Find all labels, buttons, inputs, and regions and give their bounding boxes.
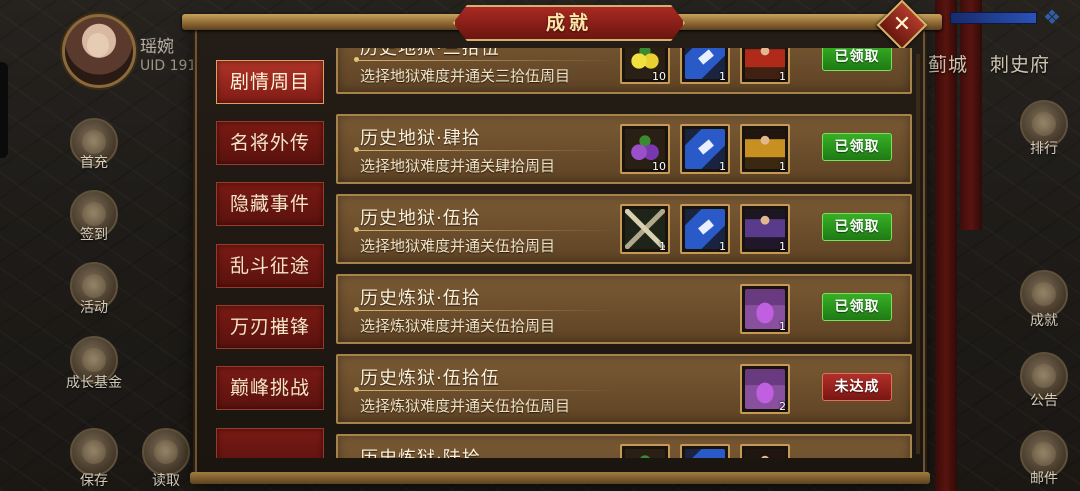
achievement-description: 选择地狱难度并通关肆拾周目 bbox=[360, 157, 556, 175]
reward-count: 10 bbox=[652, 70, 666, 83]
achievement-title: 历史地狱·肆拾 bbox=[360, 128, 481, 149]
achievement-row: 历史地狱·伍拾 选择地狱难度并通关伍拾周目 1 1 1 已领取 bbox=[336, 194, 912, 264]
event-label: 活动 bbox=[80, 300, 108, 316]
panel-bottom-frame bbox=[190, 472, 930, 484]
list-scrollbar[interactable] bbox=[916, 54, 920, 454]
status-claimed-button[interactable]: 已领取 bbox=[822, 133, 892, 161]
red-general-icon[interactable]: 1 bbox=[740, 48, 790, 84]
player-name: 瑶婉 bbox=[140, 37, 174, 57]
tab-more[interactable] bbox=[216, 428, 324, 458]
tab-hidden-events[interactable]: 隐藏事件 bbox=[216, 182, 324, 226]
reward-count: 1 bbox=[719, 70, 726, 83]
achievement-title: 历史地狱·三拾伍 bbox=[360, 48, 500, 59]
treasure-chest-icon[interactable]: 1 bbox=[740, 284, 790, 334]
reward-count: 1 bbox=[779, 70, 786, 83]
load-label: 读取 bbox=[152, 473, 180, 489]
announcement-label: 公告 bbox=[1030, 393, 1058, 409]
reward-count: 1 bbox=[719, 160, 726, 173]
achievement-description: 选择地狱难度并通关伍拾周目 bbox=[360, 237, 556, 255]
achievement-row: 历史炼狱·伍拾 选择炼狱难度并通关伍拾周目 1 已领取 bbox=[336, 274, 912, 344]
status-unreached-button[interactable]: 未达成 bbox=[822, 373, 892, 401]
crossed-swords-icon[interactable]: 1 bbox=[620, 204, 670, 254]
status-claimed-button[interactable]: 已领取 bbox=[822, 48, 892, 71]
reward-count: 1 bbox=[719, 240, 726, 253]
player-avatar[interactable] bbox=[62, 14, 136, 88]
tab-melee-journey[interactable]: 乱斗征途 bbox=[216, 244, 324, 288]
achievement-row: 历史炼狱·陆拾 bbox=[336, 434, 912, 458]
tab-peak-challenge[interactable]: 巅峰挑战 bbox=[216, 366, 324, 410]
achievement-row: 历史地狱·肆拾 选择地狱难度并通关肆拾周目 10 1 1 已领取 bbox=[336, 114, 912, 184]
achievement-row: 历史地狱·三拾伍 选择地狱难度并通关三拾伍周目 10 1 1 已领取 bbox=[336, 48, 912, 94]
screen-notch bbox=[0, 62, 8, 158]
gold-general-icon[interactable]: 1 bbox=[740, 124, 790, 174]
tab-general-biography[interactable]: 名将外传 bbox=[216, 121, 324, 165]
achievement-description: 选择炼狱难度并通关伍拾伍周目 bbox=[360, 397, 571, 415]
category-tabs: 剧情周目 名将外传 隐藏事件 乱斗征途 万刃摧锋 巅峰挑战 bbox=[206, 48, 334, 458]
gold-general-icon[interactable] bbox=[740, 444, 790, 458]
reward-count: 10 bbox=[652, 160, 666, 173]
tab-blade-assault[interactable]: 万刃摧锋 bbox=[216, 305, 324, 349]
achievement-row: 历史炼狱·伍拾伍 选择炼狱难度并通关伍拾伍周目 2 未达成 bbox=[336, 354, 912, 424]
blue-scroll-icon[interactable]: 1 bbox=[680, 204, 730, 254]
achievement-title: 历史地狱·伍拾 bbox=[360, 208, 481, 229]
reward-count: 1 bbox=[659, 240, 666, 253]
growth-fund-label: 成长基金 bbox=[66, 375, 122, 391]
save-icon[interactable] bbox=[70, 428, 118, 476]
blue-scroll-icon[interactable] bbox=[680, 444, 730, 458]
signin-label: 签到 bbox=[80, 227, 108, 243]
location-label[interactable]: 刺史府 bbox=[990, 50, 1050, 77]
save-label: 保存 bbox=[80, 473, 108, 489]
achievement-description: 选择地狱难度并通关三拾伍周目 bbox=[360, 67, 571, 85]
close-icon[interactable]: ✕ bbox=[884, 7, 920, 43]
achievement-list[interactable]: 历史地狱·三拾伍 选择地狱难度并通关三拾伍周目 10 1 1 已领取 历史地狱·… bbox=[336, 48, 914, 458]
purple-general-icon[interactable]: 1 bbox=[740, 204, 790, 254]
golden-fruit-icon[interactable] bbox=[620, 444, 670, 458]
top-right-progress-bar bbox=[950, 12, 1037, 24]
location-label[interactable]: 蓟城 bbox=[928, 50, 968, 77]
achievement-description: 选择炼狱难度并通关伍拾周目 bbox=[360, 317, 556, 335]
status-claimed-button[interactable]: 已领取 bbox=[822, 293, 892, 321]
status-claimed-button[interactable]: 已领取 bbox=[822, 213, 892, 241]
reward-count: 2 bbox=[779, 400, 786, 413]
panel-title: 成就 bbox=[545, 12, 592, 34]
achievement-label: 成就 bbox=[1030, 313, 1058, 329]
blue-scroll-icon[interactable]: 1 bbox=[680, 124, 730, 174]
ranking-label: 排行 bbox=[1030, 141, 1058, 157]
tab-story-playthrough[interactable]: 剧情周目 bbox=[216, 60, 324, 104]
blue-scroll-icon[interactable]: 1 bbox=[680, 48, 730, 84]
achievement-title: 历史炼狱·伍拾 bbox=[360, 288, 481, 309]
first-charge-label: 首充 bbox=[80, 155, 108, 171]
golden-fruit-icon[interactable]: 10 bbox=[620, 48, 670, 84]
reward-count: 1 bbox=[779, 240, 786, 253]
reward-count: 1 bbox=[779, 320, 786, 333]
achievement-title: 历史炼狱·陆拾 bbox=[360, 444, 481, 458]
load-icon[interactable] bbox=[142, 428, 190, 476]
treasure-chest-icon[interactable]: 2 bbox=[740, 364, 790, 414]
achievement-title: 历史炼狱·伍拾伍 bbox=[360, 368, 500, 389]
purple-fruit-icon[interactable]: 10 bbox=[620, 124, 670, 174]
mail-label: 邮件 bbox=[1030, 471, 1058, 487]
butterfly-icon[interactable]: ❖ bbox=[1040, 6, 1064, 28]
reward-count: 1 bbox=[779, 160, 786, 173]
